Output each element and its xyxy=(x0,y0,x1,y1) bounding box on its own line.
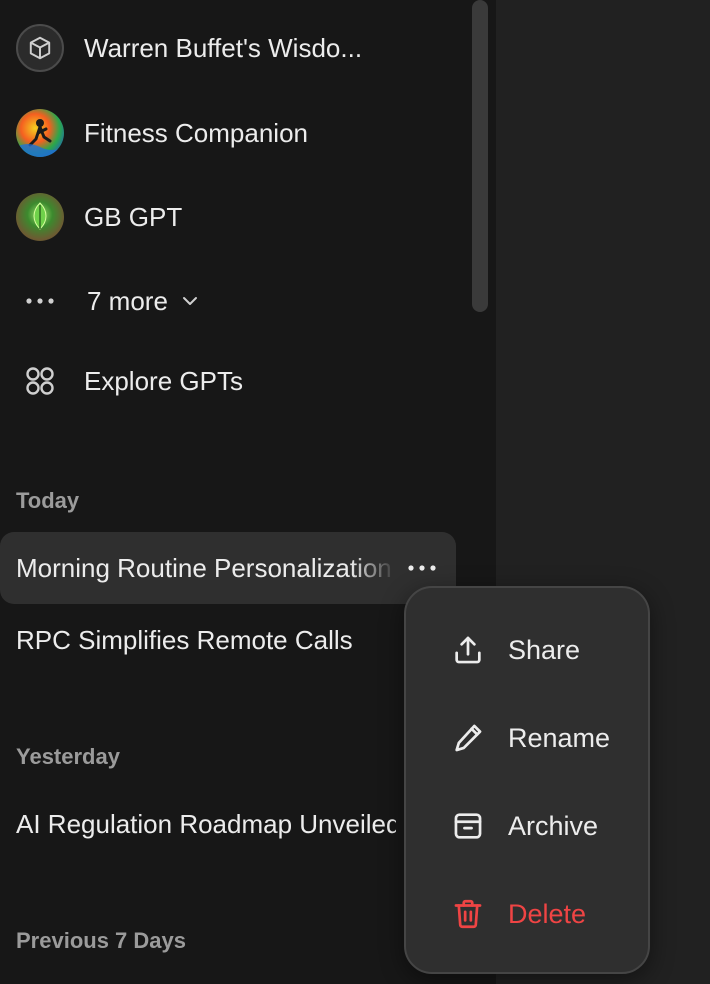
more-dots-icon xyxy=(408,565,436,571)
section-header-yesterday: Yesterday xyxy=(16,744,120,769)
leaf-avatar xyxy=(16,193,64,241)
archive-box-icon xyxy=(448,806,488,846)
gpt-label: Fitness Companion xyxy=(84,117,308,148)
menu-item-label: Rename xyxy=(508,722,611,753)
grid-icon xyxy=(16,357,64,405)
explore-gpts-link[interactable]: Explore GPTs xyxy=(16,356,243,406)
gpt-item-gb-gpt[interactable]: GB GPT xyxy=(16,192,182,242)
menu-item-rename[interactable]: Rename xyxy=(406,702,648,774)
chat-item-active[interactable]: Morning Routine Personalization xyxy=(0,532,456,604)
gpt-item-fitness-companion[interactable]: Fitness Companion xyxy=(16,108,308,158)
menu-item-label: Archive xyxy=(508,810,599,841)
menu-item-delete[interactable]: Delete xyxy=(406,878,648,950)
chat-title: RPC Simplifies Remote Calls xyxy=(16,624,353,655)
fitness-avatar xyxy=(16,109,64,157)
chat-context-menu: Share Rename Archive Delete xyxy=(404,586,650,974)
menu-item-archive[interactable]: Archive xyxy=(406,790,648,862)
share-upload-icon xyxy=(448,630,488,670)
trash-icon xyxy=(448,894,488,934)
section-header-today: Today xyxy=(16,488,80,513)
chat-title: AI Regulation Roadmap Unveiled xyxy=(16,808,396,839)
chevron-down-icon xyxy=(182,296,198,306)
menu-item-share[interactable]: Share xyxy=(406,614,648,686)
more-dots-icon xyxy=(16,277,64,325)
gpt-label: GB GPT xyxy=(84,201,183,232)
more-label: 7 more xyxy=(87,285,168,316)
cube-icon xyxy=(16,24,64,72)
explore-label: Explore GPTs xyxy=(84,365,243,396)
more-gpts-toggle[interactable]: 7 more xyxy=(16,276,198,326)
chat-title: Morning Routine Personalization xyxy=(16,552,392,583)
chat-item[interactable]: RPC Simplifies Remote Calls xyxy=(0,604,456,676)
chat-options-button[interactable] xyxy=(400,550,444,586)
menu-item-label: Share xyxy=(508,634,581,665)
pencil-icon xyxy=(448,718,488,758)
gpt-label: Warren Buffet's Wisdo... xyxy=(84,32,363,63)
section-header-previous-7-days: Previous 7 Days xyxy=(16,928,186,953)
menu-item-label: Delete xyxy=(508,898,587,929)
sidebar-scrollbar[interactable] xyxy=(472,0,488,312)
gpt-item-warren-buffet[interactable]: Warren Buffet's Wisdo... xyxy=(16,23,362,73)
chat-item[interactable]: AI Regulation Roadmap Unveiled xyxy=(0,788,456,860)
